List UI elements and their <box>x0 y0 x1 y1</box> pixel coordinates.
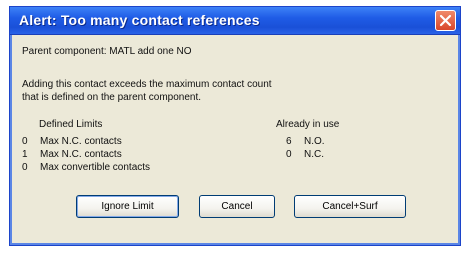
limit-label: Max N.C. contacts <box>40 136 122 147</box>
limit-value: 1 <box>22 149 28 160</box>
in-use-value: 6 <box>286 136 292 147</box>
ignore-limit-button[interactable]: Ignore Limit <box>76 195 179 218</box>
limit-label: Max convertible contacts <box>40 162 151 173</box>
defined-limit-row: 0 Max N.C. contacts <box>22 135 150 148</box>
in-use-label: N.O. <box>304 136 325 147</box>
limit-label: Max N.C. contacts <box>40 149 122 160</box>
defined-limit-row: 1 Max N.C. contacts <box>22 148 150 161</box>
message-line-2: that is defined on the parent component. <box>22 92 202 103</box>
defined-limits-list: 0 Max N.C. contacts 1 Max N.C. contacts 0 M… <box>22 135 150 174</box>
in-use-label: N.C. <box>304 149 324 160</box>
already-in-use-list: 6 N.O. 0 N.C. <box>286 135 325 161</box>
parent-component-text: Parent component: MATL add one NO <box>22 46 192 57</box>
already-in-use-header: Already in use <box>276 119 340 130</box>
close-button[interactable] <box>435 10 456 31</box>
in-use-row: 0 N.C. <box>286 148 325 161</box>
defined-limit-row: 0 Max convertible contacts <box>22 161 150 174</box>
message-line-1: Adding this contact exceeds the maximum … <box>22 79 272 90</box>
in-use-row: 6 N.O. <box>286 135 325 148</box>
cancel-surf-button[interactable]: Cancel+Surf <box>294 195 406 218</box>
limit-value: 0 <box>22 162 28 173</box>
close-icon <box>439 14 452 27</box>
cancel-button[interactable]: Cancel <box>199 195 275 218</box>
dialog-title: Alert: Too many contact references <box>19 12 260 28</box>
alert-dialog: Alert: Too many contact references Paren… <box>9 6 461 246</box>
title-bar[interactable]: Alert: Too many contact references <box>10 7 460 35</box>
defined-limits-header: Defined Limits <box>39 119 103 130</box>
in-use-value: 0 <box>286 149 292 160</box>
limit-value: 0 <box>22 136 28 147</box>
